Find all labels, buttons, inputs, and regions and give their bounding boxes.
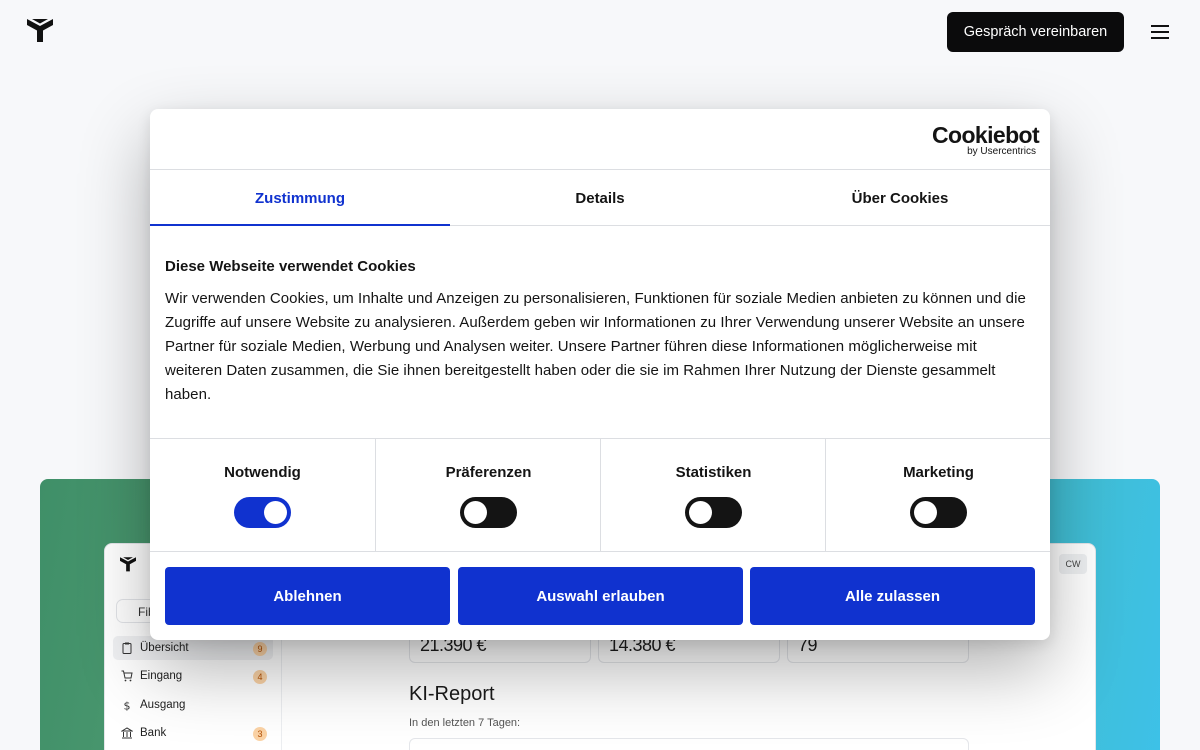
category-label: Marketing <box>903 464 974 481</box>
bank-icon <box>121 727 133 739</box>
toggle-knob <box>264 501 287 524</box>
toggle-praeferenzen[interactable] <box>460 497 517 528</box>
sidebar-item-label: Eingang <box>140 670 183 682</box>
tab-ueber-cookies[interactable]: Über Cookies <box>750 170 1050 226</box>
divider <box>150 551 1050 552</box>
cookiebot-logo: Cookiebot by Usercentrics <box>932 122 1040 157</box>
report-title: KI-Report <box>409 683 495 705</box>
allow-all-button[interactable]: Alle zulassen <box>750 567 1035 625</box>
report-subtitle: In den letzten 7 Tagen: <box>409 717 521 729</box>
sidebar-item-label: Ausgang <box>140 699 186 711</box>
toggle-statistiken[interactable] <box>685 497 742 528</box>
category-statistiken: Statistiken <box>600 439 825 551</box>
dialog-description: Wir verwenden Cookies, um Inhalte und An… <box>165 290 1026 403</box>
dollar-icon: $ <box>124 700 131 712</box>
app-logo-icon <box>120 557 136 572</box>
toggle-knob <box>689 501 712 524</box>
active-tab-indicator <box>150 224 450 226</box>
allow-selection-button[interactable]: Auswahl erlauben <box>458 567 743 625</box>
category-marketing: Marketing <box>825 439 1050 551</box>
count-badge: 4 <box>253 670 267 684</box>
site-header: Gespräch vereinbaren <box>0 0 1200 62</box>
category-label: Statistiken <box>675 464 752 481</box>
svg-text:$: $ <box>124 700 131 712</box>
schedule-call-button[interactable]: Gespräch vereinbaren <box>947 12 1124 52</box>
toggle-notwendig[interactable] <box>234 497 291 528</box>
sidebar-item-eingang[interactable]: Eingang 4 <box>113 664 273 688</box>
brand-name: Cookiebot <box>932 122 1040 148</box>
cookie-consent-dialog: Cookiebot by Usercentrics Zustimmung Det… <box>150 109 1050 640</box>
sidebar-item-bank[interactable]: Bank 3 <box>113 721 273 745</box>
sidebar-item-ausgang[interactable]: $ Ausgang <box>113 693 273 717</box>
dialog-title: Diese Webseite verwendet Cookies <box>165 258 416 275</box>
brand-subtitle: by Usercentrics <box>967 146 1036 157</box>
category-label: Notwendig <box>224 464 301 481</box>
report-panel <box>409 738 969 750</box>
count-badge: 9 <box>253 642 267 656</box>
category-notwendig: Notwendig <box>150 439 375 551</box>
toggle-marketing[interactable] <box>910 497 967 528</box>
hamburger-menu-icon[interactable] <box>1150 23 1170 41</box>
category-label: Präferenzen <box>445 464 532 481</box>
toggle-knob <box>914 501 937 524</box>
count-badge: 3 <box>253 727 267 741</box>
brand-logo-icon[interactable] <box>26 17 54 43</box>
tab-details[interactable]: Details <box>450 170 750 226</box>
cart-icon <box>121 670 133 682</box>
sidebar-item-label: Bank <box>140 727 167 739</box>
tab-zustimmung[interactable]: Zustimmung <box>150 170 450 226</box>
sidebar-item-label: Übersicht <box>140 642 189 654</box>
clipboard-icon <box>122 642 132 654</box>
toggle-knob <box>464 501 487 524</box>
user-avatar[interactable]: CW <box>1059 554 1087 574</box>
reject-button[interactable]: Ablehnen <box>165 567 450 625</box>
category-praeferenzen: Präferenzen <box>375 439 600 551</box>
